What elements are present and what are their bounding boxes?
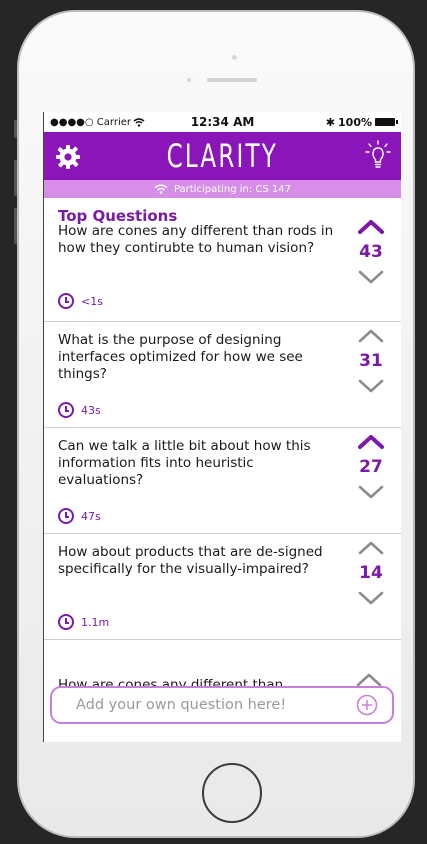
downvote-icon[interactable] [357,378,385,394]
status-bar: ●●●●○ Carrier 12:34 AM ✱ 100% [44,112,401,132]
status-right: ✱ 100% [325,115,398,129]
wifi-icon [133,117,145,127]
upvote-icon[interactable] [357,219,385,235]
upvote-icon[interactable] [357,434,385,450]
question-timestamp: 1.1m [58,614,109,630]
upvote-icon[interactable] [357,328,385,344]
vote-count: 43 [359,242,383,262]
question-text: How are cones any different than rods in… [58,223,334,256]
participating-label: Participating in: CS 147 [173,183,292,195]
question-timestamp: <1s [58,293,103,309]
downvote-icon[interactable] [357,484,385,500]
question-timestamp: 43s [58,402,101,418]
vote-count: 27 [359,457,383,477]
lightbulb-icon[interactable] [365,140,391,172]
bluetooth-icon: ✱ [325,115,336,129]
clock-icon [58,402,74,418]
carrier-label: ●●●●○ Carrier [50,117,145,128]
phone-camera [187,78,191,82]
downvote-icon[interactable] [357,590,385,606]
question-item[interactable]: How about products that are de-signed sp… [44,534,401,640]
vote-count: 31 [359,351,383,371]
battery-icon [375,118,398,126]
clock-icon [58,614,74,630]
question-text: What is the purpose of designing interfa… [58,332,303,382]
add-icon[interactable] [356,694,378,716]
question-list: How are cones any different than rods in… [44,219,401,640]
question-input[interactable] [52,696,356,714]
phone-screen: ●●●●○ Carrier 12:34 AM ✱ 100% CLARITY Pa… [43,112,401,742]
question-timestamp: 47s [58,508,101,524]
participation-bar: Participating in: CS 147 [44,180,401,198]
volume-down-button [14,208,17,244]
vote-control: 14 [353,540,389,606]
question-text: Can we talk a little bit about how this … [58,438,311,488]
vote-control: 31 [353,328,389,394]
question-item[interactable]: Can we talk a little bit about how this … [44,428,401,534]
home-button[interactable] [202,763,262,823]
phone-sensor [232,55,237,60]
wifi-icon [154,184,168,194]
time-label: 43s [81,403,101,417]
vote-control: 27 [353,434,389,500]
carrier-text: ●●●●○ Carrier [50,116,132,128]
question-composer [50,686,394,724]
downvote-icon[interactable] [357,269,385,285]
question-item[interactable]: What is the purpose of designing interfa… [44,322,401,428]
question-text: How about products that are de-signed sp… [58,544,323,577]
app-header: CLARITY [44,132,401,180]
clock-icon [58,293,74,309]
battery-percent: 100% [338,115,372,129]
vote-control: 43 [353,219,389,285]
upvote-icon[interactable] [357,540,385,556]
time-label: 47s [81,509,101,523]
time-label: 1.1m [81,615,110,629]
time-label: <1s [81,294,103,308]
app-title: CLARITY [166,137,279,175]
vote-count: 14 [359,563,383,583]
clock-icon [58,508,74,524]
phone-speaker [207,78,257,82]
gear-icon[interactable] [55,144,81,170]
question-item[interactable]: How are cones any different than rods in… [44,219,401,322]
mute-switch [14,120,17,138]
volume-up-button [14,160,17,196]
